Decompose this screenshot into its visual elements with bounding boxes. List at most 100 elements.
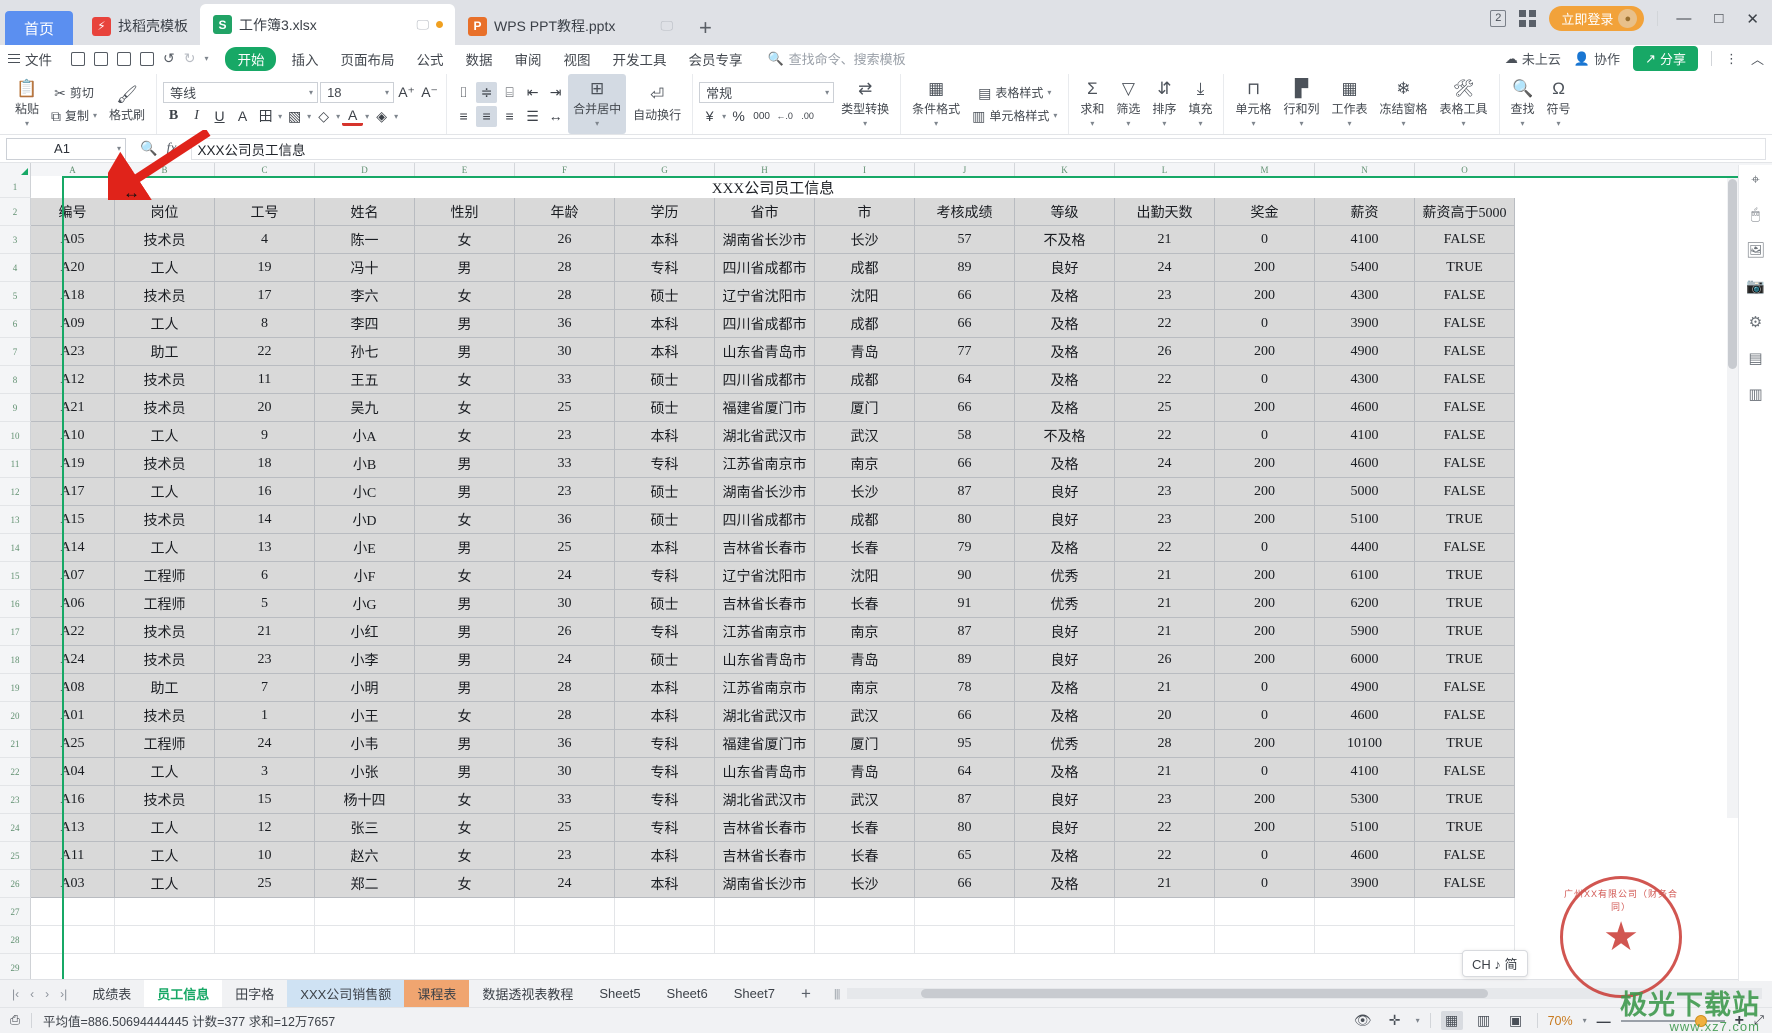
table-cell[interactable]: 25 [215, 870, 315, 898]
table-cell[interactable]: 男 [415, 758, 515, 786]
empty-cell[interactable] [415, 926, 515, 954]
table-cell[interactable]: 33 [515, 786, 615, 814]
italic-button[interactable]: I [186, 106, 207, 127]
table-cell[interactable]: 冯十 [315, 254, 415, 282]
prev-sheet-icon[interactable]: ‹ [30, 987, 34, 1001]
table-cell[interactable]: 24 [1115, 254, 1215, 282]
table-cell[interactable]: 男 [415, 534, 515, 562]
table-cell[interactable]: 0 [1215, 534, 1315, 562]
table-cell[interactable]: 工程师 [115, 562, 215, 590]
row-header-18[interactable]: 18 [0, 646, 31, 674]
table-cell[interactable]: 4600 [1315, 842, 1415, 870]
align-bottom-button[interactable]: ⌸ [499, 82, 520, 103]
chevron-down-icon[interactable]: ▾ [1583, 1016, 1587, 1025]
empty-cell[interactable] [215, 926, 315, 954]
table-cell[interactable]: 28 [1115, 730, 1215, 758]
table-cell[interactable]: 湖北省武汉市 [715, 702, 815, 730]
tab-start[interactable]: 开始 [225, 46, 277, 71]
row-header-21[interactable]: 21 [0, 730, 31, 758]
table-cell[interactable]: 专科 [615, 758, 715, 786]
table-cell[interactable]: 吉林省长春市 [715, 842, 815, 870]
table-cell[interactable]: 23 [1115, 506, 1215, 534]
page-break-icon[interactable]: ▣ [1505, 1011, 1527, 1030]
table-cell[interactable]: 25 [515, 394, 615, 422]
empty-cell[interactable] [215, 898, 315, 926]
table-cell[interactable]: 5100 [1315, 814, 1415, 842]
find-button[interactable]: 🔍 查找 ▾ [1506, 74, 1540, 134]
table-cell[interactable]: A24 [31, 646, 115, 674]
empty-cell[interactable] [815, 898, 915, 926]
table-cell[interactable]: A22 [31, 618, 115, 646]
table-cell[interactable]: A03 [31, 870, 115, 898]
table-cell[interactable]: 硕士 [615, 646, 715, 674]
table-cell[interactable]: 技术员 [115, 450, 215, 478]
align-right-button[interactable]: ≡ [499, 106, 520, 127]
tab-page-layout[interactable]: 页面布局 [329, 49, 405, 69]
sheet-tab-chengjibiao[interactable]: 成绩表 [79, 980, 144, 1008]
table-cell[interactable]: 0 [1215, 842, 1315, 870]
empty-cell[interactable] [1115, 926, 1215, 954]
table-cell[interactable]: A10 [31, 422, 115, 450]
table-cell[interactable]: 男 [415, 254, 515, 282]
table-cell[interactable]: 及格 [1015, 674, 1115, 702]
table-cell[interactable]: 24 [215, 730, 315, 758]
table-header-cell[interactable]: 等级 [1015, 198, 1115, 226]
table-cell[interactable]: 硕士 [615, 506, 715, 534]
table-cell[interactable]: 66 [915, 450, 1015, 478]
table-cell[interactable]: 长沙 [815, 478, 915, 506]
table-cell[interactable]: 28 [515, 254, 615, 282]
table-cell[interactable]: 沈阳 [815, 282, 915, 310]
page-layout-icon[interactable]: ▥ [1473, 1011, 1495, 1030]
row-column-button[interactable]: ▛ 行和列 ▾ [1278, 74, 1324, 134]
table-cell[interactable]: FALSE [1415, 702, 1515, 730]
save-icon[interactable] [71, 51, 85, 66]
table-cell[interactable]: 23 [1115, 282, 1215, 310]
empty-cell[interactable] [915, 898, 1015, 926]
column-header-M[interactable]: M [1215, 163, 1315, 176]
table-cell[interactable]: 1 [215, 702, 315, 730]
table-cell[interactable]: 26 [1115, 646, 1215, 674]
table-cell[interactable]: 4900 [1315, 338, 1415, 366]
table-cell[interactable]: 辽宁省沈阳市 [715, 282, 815, 310]
table-cell[interactable]: 30 [515, 338, 615, 366]
table-cell[interactable]: 58 [915, 422, 1015, 450]
table-cell[interactable]: FALSE [1415, 422, 1515, 450]
table-cell[interactable]: 小D [315, 506, 415, 534]
table-cell[interactable]: 李四 [315, 310, 415, 338]
table-cell[interactable]: 专科 [615, 562, 715, 590]
table-cell[interactable]: 66 [915, 394, 1015, 422]
clear-format-button[interactable]: ◈ [371, 106, 392, 127]
table-cell[interactable]: 孙七 [315, 338, 415, 366]
table-cell[interactable]: FALSE [1415, 842, 1515, 870]
table-cell[interactable]: A07 [31, 562, 115, 590]
table-cell[interactable]: 15 [215, 786, 315, 814]
table-cell[interactable]: 20 [1115, 702, 1215, 730]
table-cell[interactable]: 青岛 [815, 758, 915, 786]
table-header-cell[interactable]: 岗位 [115, 198, 215, 226]
text-orientation-button[interactable]: ↔ [545, 106, 566, 127]
tab-data[interactable]: 数据 [454, 49, 503, 69]
table-cell[interactable]: 厦门 [815, 394, 915, 422]
table-cell[interactable]: 64 [915, 366, 1015, 394]
table-cell[interactable]: 工人 [115, 758, 215, 786]
table-cell[interactable]: 24 [515, 562, 615, 590]
table-cell[interactable]: 66 [915, 702, 1015, 730]
paste-button[interactable]: 📋 粘贴 ▾ [10, 74, 44, 134]
table-cell[interactable]: A17 [31, 478, 115, 506]
login-button[interactable]: 立即登录 ● [1549, 6, 1645, 31]
empty-cell[interactable] [115, 898, 215, 926]
table-cell[interactable]: 技术员 [115, 646, 215, 674]
table-cell[interactable]: A18 [31, 282, 115, 310]
table-cell[interactable]: 福建省厦门市 [715, 730, 815, 758]
table-cell[interactable]: 长春 [815, 842, 915, 870]
table-cell[interactable]: 武汉 [815, 422, 915, 450]
table-cell[interactable]: 23 [1115, 478, 1215, 506]
table-header-cell[interactable]: 出勤天数 [1115, 198, 1215, 226]
cell-style-button[interactable]: ▥ 单元格样式 ▾ [967, 106, 1062, 126]
table-cell[interactable]: 辽宁省沈阳市 [715, 562, 815, 590]
table-cell[interactable]: 20 [215, 394, 315, 422]
fill-button[interactable]: ⤓ 填充 ▾ [1183, 74, 1217, 134]
scroll-grip-icon[interactable]: ||| [834, 988, 841, 1000]
table-cell[interactable]: 21 [1115, 870, 1215, 898]
table-cell[interactable]: 技术员 [115, 226, 215, 254]
